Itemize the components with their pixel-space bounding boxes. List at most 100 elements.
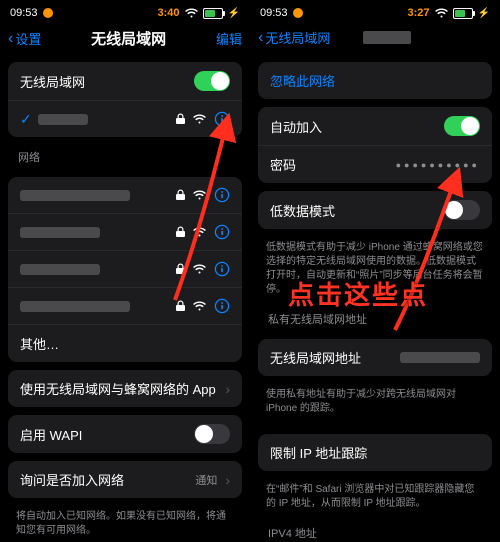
status-bar: 09:53 3:27 ⚡ xyxy=(250,0,500,24)
wifi-master-group: 无线局域网 ✓ xyxy=(8,62,242,137)
network-name xyxy=(20,190,130,201)
right-phone: 09:53 3:27 ⚡ ‹ 无线局域网 忽略 xyxy=(250,0,500,542)
apps-row[interactable]: 使用无线局域网与蜂窝网络的 App › xyxy=(8,370,242,407)
charging-icon: ⚡ xyxy=(478,8,490,19)
other-network-row[interactable]: 其他… xyxy=(8,324,242,362)
current-network-name xyxy=(38,114,88,125)
other-label: 其他… xyxy=(20,334,59,353)
lock-icon xyxy=(176,189,185,201)
autojoin-row[interactable]: 自动加入 xyxy=(258,107,492,145)
page-title-masked xyxy=(363,31,411,44)
autojoin-label: 自动加入 xyxy=(270,117,322,136)
wapi-row[interactable]: 启用 WAPI xyxy=(8,415,242,453)
alarm-icon xyxy=(43,8,53,18)
wifi-toggle-row[interactable]: 无线局域网 xyxy=(8,62,242,100)
network-name xyxy=(20,264,100,275)
limit-ip-footer: 在“邮件”和 Safari 浏览器中对已知跟踪器隐藏您的 IP 地址，从而限制 … xyxy=(250,479,500,521)
lowdata-group: 低数据模式 xyxy=(258,191,492,229)
back-button[interactable]: ‹ 无线局域网 xyxy=(258,28,330,47)
ask-join-row[interactable]: 询问是否加入网络 通知 › xyxy=(8,461,242,498)
limit-ip-row[interactable]: 限制 IP 地址跟踪 xyxy=(258,434,492,471)
status-bar: 09:53 3:40 ⚡ xyxy=(0,0,250,24)
apps-group: 使用无线局域网与蜂窝网络的 App › xyxy=(8,370,242,407)
wapi-group: 启用 WAPI xyxy=(8,415,242,453)
chevron-left-icon: ‹ xyxy=(8,31,13,47)
status-alt-time: 3:40 xyxy=(158,7,180,19)
wifi-icon xyxy=(193,264,206,274)
wifi-switch[interactable] xyxy=(194,71,230,91)
forget-label: 忽略此网络 xyxy=(270,71,335,90)
back-label: 设置 xyxy=(15,29,41,48)
password-row[interactable]: 密码 ●●●●●●●●●● xyxy=(258,145,492,183)
lock-icon xyxy=(176,263,185,275)
private-footer: 使用私有地址有助于减少对跨无线局域网对 iPhone 的跟踪。 xyxy=(250,384,500,426)
lowdata-footer: 低数据模式有助于减少 iPhone 通过蜂窝网络或您选择的特定无线局域网使用的数… xyxy=(250,237,500,307)
network-row[interactable] xyxy=(8,287,242,324)
back-button[interactable]: ‹ 设置 xyxy=(8,29,41,48)
check-icon: ✓ xyxy=(20,111,32,128)
battery-icon xyxy=(203,8,223,19)
wifi-icon xyxy=(193,190,206,200)
networks-group: 其他… xyxy=(8,177,242,362)
lock-icon xyxy=(176,226,185,238)
chevron-right-icon: › xyxy=(225,381,230,397)
back-label: 无线局域网 xyxy=(265,28,330,47)
network-row[interactable] xyxy=(8,213,242,250)
private-addr-group: 无线局域网地址 xyxy=(258,339,492,376)
forget-group: 忽略此网络 xyxy=(258,62,492,99)
nav-bar: ‹ 无线局域网 xyxy=(250,24,500,55)
status-time: 09:53 xyxy=(10,7,38,19)
lowdata-row[interactable]: 低数据模式 xyxy=(258,191,492,229)
left-phone: 09:53 3:40 ⚡ ‹ 设置 无线局域网 编辑 xyxy=(0,0,250,542)
info-icon[interactable] xyxy=(214,261,230,277)
wapi-label: 启用 WAPI xyxy=(20,425,82,444)
wifi-icon xyxy=(193,301,206,311)
private-header: 私有无线局域网地址 xyxy=(250,307,500,331)
private-addr-label: 无线局域网地址 xyxy=(270,348,361,367)
autojoin-switch[interactable] xyxy=(444,116,480,136)
edit-button[interactable]: 编辑 xyxy=(216,29,242,48)
page-title: 无线局域网 xyxy=(91,28,166,49)
network-row[interactable] xyxy=(8,250,242,287)
ask-join-footer: 将自动加入已知网络。如果没有已知网络，将通知您有可用网络。 xyxy=(0,506,250,542)
lowdata-switch[interactable] xyxy=(444,200,480,220)
private-addr-value xyxy=(400,352,480,363)
network-row[interactable] xyxy=(8,177,242,213)
nav-bar: ‹ 设置 无线局域网 编辑 xyxy=(0,24,250,57)
wifi-icon xyxy=(435,8,448,18)
lowdata-label: 低数据模式 xyxy=(270,201,335,220)
apps-label: 使用无线局域网与蜂窝网络的 App xyxy=(20,379,216,398)
alarm-icon xyxy=(293,8,303,18)
wifi-icon xyxy=(185,8,198,18)
chevron-right-icon: › xyxy=(225,472,230,488)
password-label: 密码 xyxy=(270,155,296,174)
wifi-icon xyxy=(193,227,206,237)
ipv4-header: IPV4 地址 xyxy=(250,521,500,542)
info-icon[interactable] xyxy=(214,187,230,203)
info-icon[interactable] xyxy=(214,298,230,314)
status-alt-time: 3:27 xyxy=(408,7,430,19)
ask-join-group: 询问是否加入网络 通知 › xyxy=(8,461,242,498)
network-name xyxy=(20,227,100,238)
status-time: 09:53 xyxy=(260,7,288,19)
network-name xyxy=(20,301,130,312)
info-icon[interactable] xyxy=(214,224,230,240)
wifi-toggle-label: 无线局域网 xyxy=(20,72,85,91)
current-network-row[interactable]: ✓ xyxy=(8,100,242,137)
wapi-switch[interactable] xyxy=(194,424,230,444)
lock-icon xyxy=(176,300,185,312)
lock-icon xyxy=(176,113,185,125)
forget-row[interactable]: 忽略此网络 xyxy=(258,62,492,99)
info-icon[interactable] xyxy=(214,111,230,127)
join-password-group: 自动加入 密码 ●●●●●●●●●● xyxy=(258,107,492,183)
wifi-icon xyxy=(193,114,206,124)
limit-ip-group: 限制 IP 地址跟踪 xyxy=(258,434,492,471)
ask-join-label: 询问是否加入网络 xyxy=(20,470,124,489)
chevron-left-icon: ‹ xyxy=(258,30,263,46)
battery-icon xyxy=(453,8,473,19)
private-addr-row[interactable]: 无线局域网地址 xyxy=(258,339,492,376)
password-mask[interactable]: ●●●●●●●●●● xyxy=(396,160,480,170)
charging-icon: ⚡ xyxy=(228,8,240,19)
ask-join-value: 通知 xyxy=(195,472,217,488)
limit-ip-label: 限制 IP 地址跟踪 xyxy=(270,443,367,462)
